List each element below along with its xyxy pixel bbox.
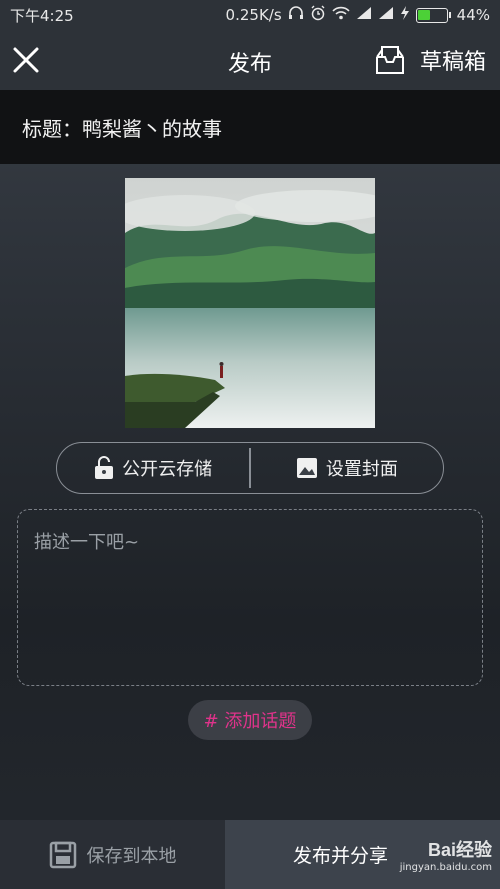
signal-icon [356,6,372,24]
publish-share-label: 发布并分享 [293,845,389,867]
post-title-bar[interactable]: 标题：鸭梨酱丶的故事 [0,90,500,164]
status-bar: 下午4:25 0.25K/s 44% [0,0,500,30]
add-topic-label: # 添加话题 [203,711,297,732]
public-storage-button[interactable]: 公开云存储 [57,443,249,493]
alarm-icon [310,5,326,25]
watermark: Bai经验 jingyan.baidu.com [400,836,492,873]
headphones-icon [288,6,304,24]
inbox-icon [375,46,404,74]
set-cover-label: 设置封面 [325,459,398,480]
drafts-button[interactable]: 草稿箱 [374,42,486,78]
close-button[interactable] [10,44,42,76]
public-storage-label: 公开云存储 [122,459,213,480]
signal-icon [378,6,394,24]
drafts-label: 草稿箱 [419,50,486,75]
image-icon [296,458,317,478]
add-topic-button[interactable]: # 添加话题 [188,700,312,740]
network-speed: 0.25K/s [225,6,282,24]
post-title: 标题：鸭梨酱丶的故事 [22,116,222,141]
set-cover-button[interactable]: 设置封面 [251,443,443,493]
publish-share-button[interactable]: 发布并分享 Bai经验 jingyan.baidu.com [225,820,500,889]
wifi-icon [332,6,350,24]
watermark-logo: Bai经验 [427,840,492,860]
bottom-bar: 保存到本地 发布并分享 Bai经验 jingyan.baidu.com [0,820,500,889]
description-input[interactable]: 描述一下吧~ [17,509,483,686]
close-icon [13,47,39,73]
charging-icon [400,6,410,24]
battery-percent: 44% [456,6,490,24]
battery-icon [415,7,451,23]
description-placeholder: 描述一下吧~ [34,532,140,553]
unlock-icon [95,456,114,479]
save-local-button[interactable]: 保存到本地 [0,820,225,889]
status-time: 下午4:25 [10,6,74,25]
cover-options-pill: 公开云存储 设置封面 [56,442,444,494]
top-bar: 发布 草稿箱 [0,30,500,90]
watermark-url: jingyan.baidu.com [399,862,492,873]
save-local-label: 保存到本地 [86,845,177,867]
status-icons: 0.25K/s 44% [226,5,490,25]
save-icon [49,841,76,868]
cover-image[interactable] [125,178,375,428]
